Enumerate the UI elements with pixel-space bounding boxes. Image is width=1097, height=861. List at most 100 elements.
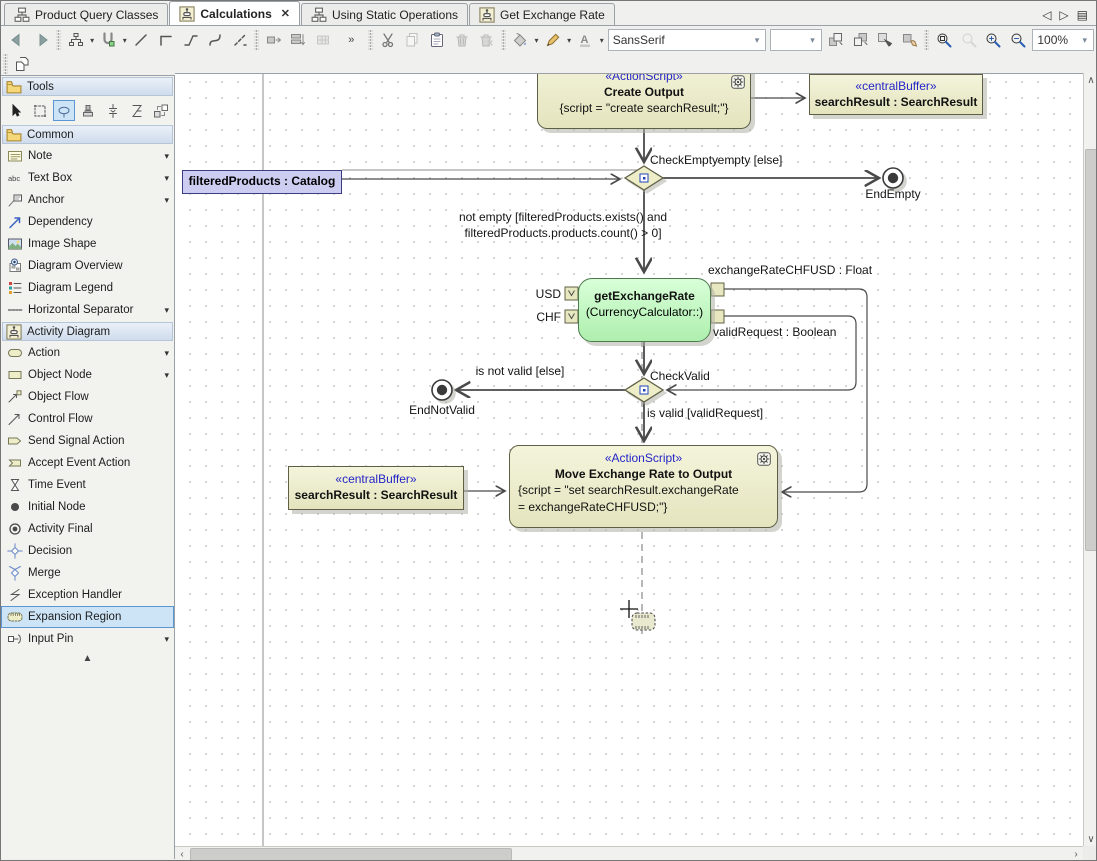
- chevron-down-icon[interactable]: ▾: [88, 36, 96, 45]
- palette-item-anchor[interactable]: Anchor▾: [1, 189, 174, 211]
- to-back-button[interactable]: [848, 28, 873, 53]
- scroll-right-arrow[interactable]: ›: [1069, 847, 1083, 861]
- palette-item-activity-final[interactable]: Activity Final: [1, 518, 174, 540]
- pointer-tool[interactable]: [5, 100, 27, 121]
- is-not-valid-guard[interactable]: is not valid [else]: [455, 364, 585, 378]
- vertical-scrollbar[interactable]: ∧ ∨: [1083, 73, 1097, 846]
- link-tool[interactable]: [53, 100, 75, 121]
- chf-pin-label[interactable]: CHF: [511, 310, 561, 324]
- palette-item-image-shape[interactable]: Image Shape: [1, 233, 174, 255]
- snap-button[interactable]: [96, 28, 121, 53]
- get-exchange-rate-action[interactable]: getExchangeRate (CurrencyCalculator::): [578, 278, 711, 342]
- diagram-canvas[interactable]: «ActionScript» Create Output {script = "…: [175, 73, 1083, 847]
- chevron-down-icon[interactable]: ▾: [121, 36, 129, 45]
- font-family-select[interactable]: SansSerif▾: [608, 29, 766, 51]
- palette-item-diagram-legend[interactable]: Diagram Legend: [1, 277, 174, 299]
- chevron-down-icon[interactable]: ▾: [565, 36, 573, 45]
- palette-item-text-box[interactable]: abcText Box▾: [1, 167, 174, 189]
- search-result-buffer-left[interactable]: «centralBuffer» searchResult : SearchRes…: [288, 466, 464, 510]
- chevron-down-icon[interactable]: ▾: [164, 173, 169, 184]
- horizontal-scroll-thumb[interactable]: [190, 848, 512, 861]
- chevron-down-icon[interactable]: ▾: [164, 305, 169, 316]
- palette-item-diagram-overview[interactable]: Diagram Overview: [1, 255, 174, 277]
- show-containment-button[interactable]: [10, 52, 35, 77]
- input-pins[interactable]: [565, 287, 578, 323]
- search-result-buffer-top[interactable]: «centralBuffer» searchResult : SearchRes…: [809, 74, 983, 115]
- toolbar-overflow-button[interactable]: »: [336, 28, 367, 53]
- chevron-down-icon[interactable]: ▾: [164, 634, 169, 645]
- tab-close-icon[interactable]: ✕: [281, 7, 290, 20]
- is-valid-guard[interactable]: is valid [validRequest]: [647, 406, 763, 420]
- vertical-scroll-thumb[interactable]: [1085, 149, 1097, 551]
- palette-item-expansion-region[interactable]: Expansion Region: [1, 606, 174, 628]
- chevron-down-icon[interactable]: ▾: [164, 195, 169, 206]
- exchange-rate-pin-label[interactable]: exchangeRateCHFUSD : Float: [708, 263, 872, 277]
- palette-item-dependency[interactable]: Dependency: [1, 211, 174, 233]
- align-tool[interactable]: [126, 100, 148, 121]
- oblique-path-button[interactable]: [178, 28, 203, 53]
- tab-list-button[interactable]: ▤: [1077, 8, 1088, 22]
- zoom-out-button[interactable]: [1006, 28, 1031, 53]
- tab-scroll-left-button[interactable]: ◁: [1042, 8, 1051, 22]
- tab-product-query-classes[interactable]: Product Query Classes: [4, 3, 168, 25]
- palette-item-control-flow[interactable]: Control Flow: [1, 408, 174, 430]
- stamp-tool[interactable]: [77, 100, 99, 121]
- chevron-down-icon[interactable]: ▾: [533, 36, 541, 45]
- check-valid-label[interactable]: CheckValid: [650, 369, 710, 383]
- move-exchange-rate-action[interactable]: «ActionScript» Move Exchange Rate to Out…: [509, 445, 778, 528]
- font-size-select[interactable]: ▾: [770, 29, 822, 51]
- horizontal-scrollbar[interactable]: ‹ ›: [175, 846, 1083, 861]
- zoom-region-button[interactable]: [931, 28, 956, 53]
- not-empty-guard-line1[interactable]: not empty [filteredProducts.exists() and: [413, 210, 713, 224]
- palette-item-send-signal-action[interactable]: Send Signal Action: [1, 430, 174, 452]
- end-empty-label[interactable]: EndEmpty: [843, 187, 943, 201]
- swap-tool[interactable]: [150, 100, 172, 121]
- paste-button[interactable]: [425, 28, 450, 53]
- empty-else-guard[interactable]: empty [else]: [695, 153, 805, 167]
- zoom-level-select[interactable]: 100%▾: [1032, 29, 1093, 51]
- bezier-path-button[interactable]: [203, 28, 228, 53]
- fill-color-button[interactable]: [508, 28, 533, 53]
- palette-section-common[interactable]: Common: [2, 125, 173, 144]
- distribute-tool[interactable]: [102, 100, 124, 121]
- valid-request-pin-label[interactable]: validRequest : Boolean: [713, 325, 836, 339]
- marquee-tool[interactable]: [29, 100, 51, 121]
- palette-item-input-pin[interactable]: Input Pin▾: [1, 628, 174, 650]
- grid-button[interactable]: [311, 28, 336, 53]
- palette-scroll-up[interactable]: ▲: [1, 650, 174, 664]
- delete-button[interactable]: [449, 28, 474, 53]
- output-pins[interactable]: [711, 283, 724, 323]
- rectilinear-off-button[interactable]: [129, 28, 154, 53]
- palette-item-time-event[interactable]: Time Event: [1, 474, 174, 496]
- same-height-button[interactable]: [286, 28, 311, 53]
- forward-button[interactable]: [30, 28, 55, 53]
- same-width-button[interactable]: [261, 28, 286, 53]
- palette-item-decision[interactable]: Decision: [1, 540, 174, 562]
- layout-button[interactable]: [63, 28, 88, 53]
- chevron-down-icon[interactable]: ▾: [164, 348, 169, 359]
- palette-item-accept-event-action[interactable]: Accept Event Action: [1, 452, 174, 474]
- zoom-in-button[interactable]: [981, 28, 1006, 53]
- filtered-products-node[interactable]: filteredProducts : Catalog: [182, 170, 342, 194]
- tab-calculations[interactable]: Calculations✕: [169, 1, 300, 25]
- zoom-fit-button[interactable]: [956, 28, 981, 53]
- back-button[interactable]: [5, 28, 30, 53]
- used-by-button[interactable]: [898, 28, 923, 53]
- create-output-action[interactable]: «ActionScript» Create Output {script = "…: [537, 73, 751, 129]
- palette-section-tools[interactable]: Tools: [2, 77, 173, 96]
- palette-item-horizontal-separator[interactable]: Horizontal Separator▾: [1, 299, 174, 321]
- end-not-valid-label[interactable]: EndNotValid: [382, 403, 502, 417]
- cut-button[interactable]: [375, 28, 400, 53]
- usd-pin-label[interactable]: USD: [511, 287, 561, 301]
- tab-using-static-operations[interactable]: Using Static Operations: [301, 3, 468, 25]
- chevron-down-icon[interactable]: ▾: [164, 370, 169, 381]
- chevron-down-icon[interactable]: ▾: [598, 36, 606, 45]
- scroll-up-arrow[interactable]: ∧: [1084, 73, 1097, 87]
- line-color-button[interactable]: [540, 28, 565, 53]
- copy-button[interactable]: [400, 28, 425, 53]
- palette-item-action[interactable]: Action▾: [1, 342, 174, 364]
- custom-path-button[interactable]: [228, 28, 253, 53]
- palette-item-object-flow[interactable]: Object Flow: [1, 386, 174, 408]
- to-front-button[interactable]: [824, 28, 849, 53]
- scroll-down-arrow[interactable]: ∨: [1084, 832, 1097, 846]
